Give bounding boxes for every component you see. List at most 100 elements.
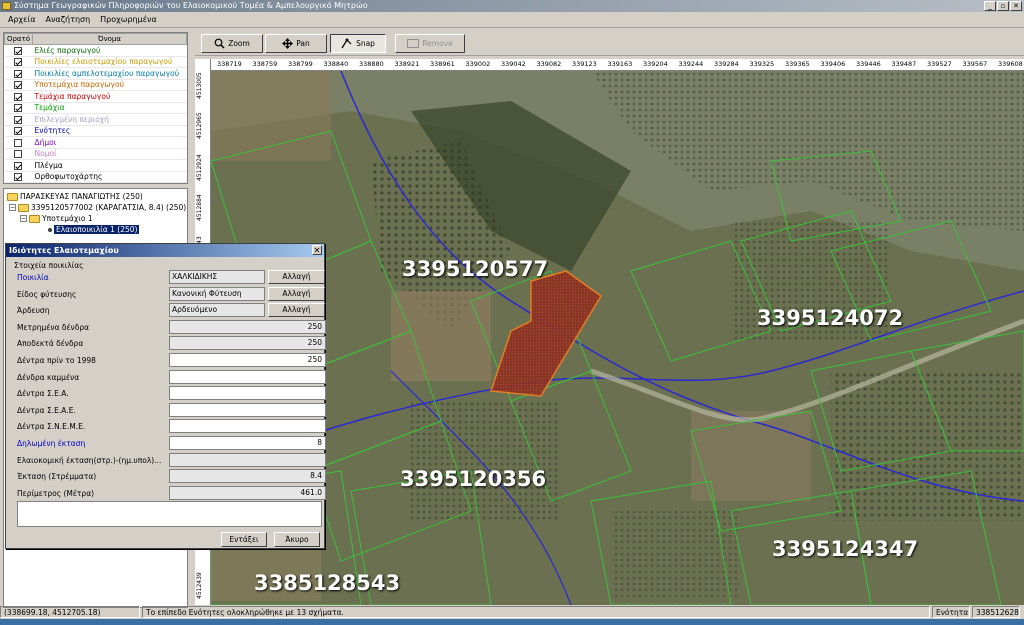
remove-button[interactable]: Remove: [395, 34, 465, 53]
layer-name: Ποικιλίες ελαιοτεμαχίου παραγωγού: [32, 56, 187, 68]
ok-button[interactable]: Εντάξει: [221, 532, 267, 547]
layer-visibility-checkbox[interactable]: [13, 69, 22, 78]
y-ruler-tick-label: 4512965: [196, 112, 203, 139]
layer-visibility-checkbox[interactable]: [13, 92, 22, 101]
collapse-icon[interactable]: −: [20, 215, 27, 222]
layer-visible-cell: [4, 171, 33, 183]
layer-row[interactable]: Πλέγμα: [4, 159, 187, 172]
tree-node-variety[interactable]: Ελαιοποικιλία 1 (250): [48, 225, 140, 234]
collapse-icon[interactable]: −: [9, 204, 16, 211]
property-row: Περίμετρος (Μέτρα) 461.0: [12, 485, 326, 501]
layer-row[interactable]: Υποτεμάχια παραγωγού: [4, 79, 187, 91]
snap-button[interactable]: Snap: [330, 34, 386, 53]
tree-node-label: ΠΑΡΑΣΚΕΥΑΣ ΠΑΝΑΓΙΩΤΗΣ (250): [20, 192, 143, 201]
property-value-field[interactable]: 8: [169, 436, 326, 450]
layer-visible-cell: [4, 125, 33, 137]
menu-files[interactable]: Αρχεία: [3, 15, 40, 24]
layer-visibility-checkbox[interactable]: [13, 127, 22, 136]
x-ruler-tick-label: 339446: [856, 60, 881, 68]
property-value-field: 250: [169, 336, 326, 351]
zoom-button[interactable]: Zoom: [201, 34, 263, 53]
x-ruler-tick-label: 339284: [714, 60, 739, 68]
menu-search[interactable]: Αναζήτηση: [40, 15, 95, 24]
x-ruler-tick-label: 339042: [501, 60, 526, 68]
close-button[interactable]: ✕: [1010, 1, 1022, 11]
layer-visible-cell: [4, 113, 33, 126]
visible-column-header[interactable]: Ορατό: [4, 33, 33, 45]
change-button[interactable]: Αλλαγή: [268, 303, 325, 318]
move-arrows-icon: [282, 38, 294, 49]
property-value-field[interactable]: 250: [169, 353, 326, 367]
property-label: Δέντρα πρίν το 1998: [17, 356, 96, 365]
x-ruler-tick-label: 339204: [643, 60, 668, 68]
property-value-field[interactable]: [169, 419, 326, 434]
menu-advanced[interactable]: Προχωρημένα: [95, 15, 162, 24]
property-label: Ποικιλία: [17, 273, 49, 282]
layer-visible-cell: [4, 102, 33, 114]
y-ruler-tick-label: 4513005: [196, 72, 203, 99]
x-ruler-tick-label: 338880: [359, 60, 384, 68]
layer-visibility-checkbox[interactable]: [13, 81, 22, 90]
dialog-close-button[interactable]: ✕: [312, 245, 322, 255]
change-button[interactable]: Αλλαγή: [268, 270, 325, 284]
orthophoto-map[interactable]: 3395120577 3395124072 3395120356 3395124…: [211, 71, 1024, 605]
status-unit-label: Ενότητα: [932, 606, 970, 618]
layer-visibility-checkbox[interactable]: [13, 150, 22, 159]
minimize-button[interactable]: _: [984, 1, 996, 11]
property-label: Δέντρα Σ.Ε.Α.Ε.: [17, 405, 76, 415]
y-ruler-tick-label: 4512884: [196, 194, 203, 221]
property-label: Έκταση (Στρέμματα): [17, 472, 97, 482]
maximize-button[interactable]: ▫: [997, 1, 1009, 11]
property-value-field[interactable]: [169, 386, 326, 401]
property-value-field[interactable]: [169, 402, 326, 417]
layers-panel: Ορατό Όνομα Ελιές παραγωγού Ποικιλίες ελα…: [3, 32, 188, 184]
layer-row[interactable]: Τεμάχια παραγωγού: [4, 90, 187, 103]
layer-row[interactable]: Τεμάχια: [4, 102, 187, 114]
property-value-field[interactable]: [169, 369, 326, 384]
snap-cursor-icon: [341, 38, 352, 49]
layer-row[interactable]: Ποικιλίες ελαιοτεμαχίου παραγωγού: [4, 56, 187, 68]
layer-row[interactable]: Ποικιλίες αμπελοτεμαχίου παραγωγού: [4, 67, 187, 80]
pan-button[interactable]: Pan: [265, 34, 327, 53]
layer-visibility-checkbox[interactable]: [13, 46, 22, 55]
layer-name: Τεμάχια: [32, 102, 187, 114]
map-canvas[interactable]: [211, 71, 1024, 605]
layer-visibility-checkbox[interactable]: [13, 115, 22, 124]
tree-node-parcel[interactable]: − 3395120577002 (ΚΑΡΑΓΑΤΣΙΑ, 8.4) (250): [9, 203, 186, 212]
app-icon: [2, 2, 11, 10]
property-row: Δέντρα Σ.Ε.Α.Ε.: [12, 402, 326, 418]
tree-node-subparcel[interactable]: − Υποτεμάχιο 1: [20, 214, 93, 223]
change-button[interactable]: Αλλαγή: [268, 286, 325, 301]
olive-parcel-properties-dialog: Ιδιότητες Ελαιοτεμαχίου ✕ Στοιχεία ποικι…: [5, 243, 326, 549]
x-ruler-tick-label: 339325: [749, 60, 775, 68]
property-value-field: Κανονική Φύτευση: [169, 286, 265, 301]
property-row: Δέντρα Σ.Ν.Ε.Μ.Ε.: [12, 418, 326, 434]
notes-textarea[interactable]: [17, 501, 322, 527]
layer-row[interactable]: Ορθοφωτοχάρτης: [4, 171, 187, 183]
layer-row[interactable]: Ελιές παραγωγού: [4, 44, 187, 57]
remove-label: Remove: [422, 39, 453, 48]
x-ruler-tick-label: 339567: [962, 60, 988, 68]
property-row: Δέντρα πρίν το 1998 250: [12, 352, 326, 368]
layer-row[interactable]: Νομοί: [4, 148, 187, 160]
layer-visibility-checkbox[interactable]: [13, 173, 22, 182]
layer-visibility-checkbox[interactable]: [13, 138, 22, 147]
cancel-button[interactable]: Άκυρο: [274, 532, 320, 547]
x-ruler-tick-label: 339244: [678, 60, 704, 68]
tree-node-producer[interactable]: ΠΑΡΑΣΚΕΥΑΣ ΠΑΝΑΓΙΩΤΗΣ (250): [7, 192, 143, 201]
layer-name: Δήμοι: [32, 136, 187, 149]
layer-row[interactable]: Δήμοι: [4, 136, 187, 149]
layer-visibility-checkbox[interactable]: [13, 161, 22, 170]
x-ruler-tick-label: 339123: [572, 60, 597, 68]
x-coordinate-ruler: 338719 338759 338799 338840 338880 338921 3389…: [211, 59, 1024, 71]
name-column-header[interactable]: Όνομα: [32, 33, 187, 45]
layer-visibility-checkbox[interactable]: [13, 104, 22, 113]
layer-row[interactable]: Επιλεγμένη περιοχή: [4, 113, 187, 126]
layer-visible-cell: [4, 56, 33, 68]
property-label: Δέντρα Σ.Ε.Α.: [17, 389, 69, 399]
pan-label: Pan: [296, 39, 310, 48]
layer-visibility-checkbox[interactable]: [13, 58, 22, 67]
layer-row[interactable]: Ενότητες: [4, 125, 187, 137]
property-row: Δέντρα Σ.Ε.Α.: [12, 385, 326, 401]
layer-visible-cell: [4, 90, 33, 103]
